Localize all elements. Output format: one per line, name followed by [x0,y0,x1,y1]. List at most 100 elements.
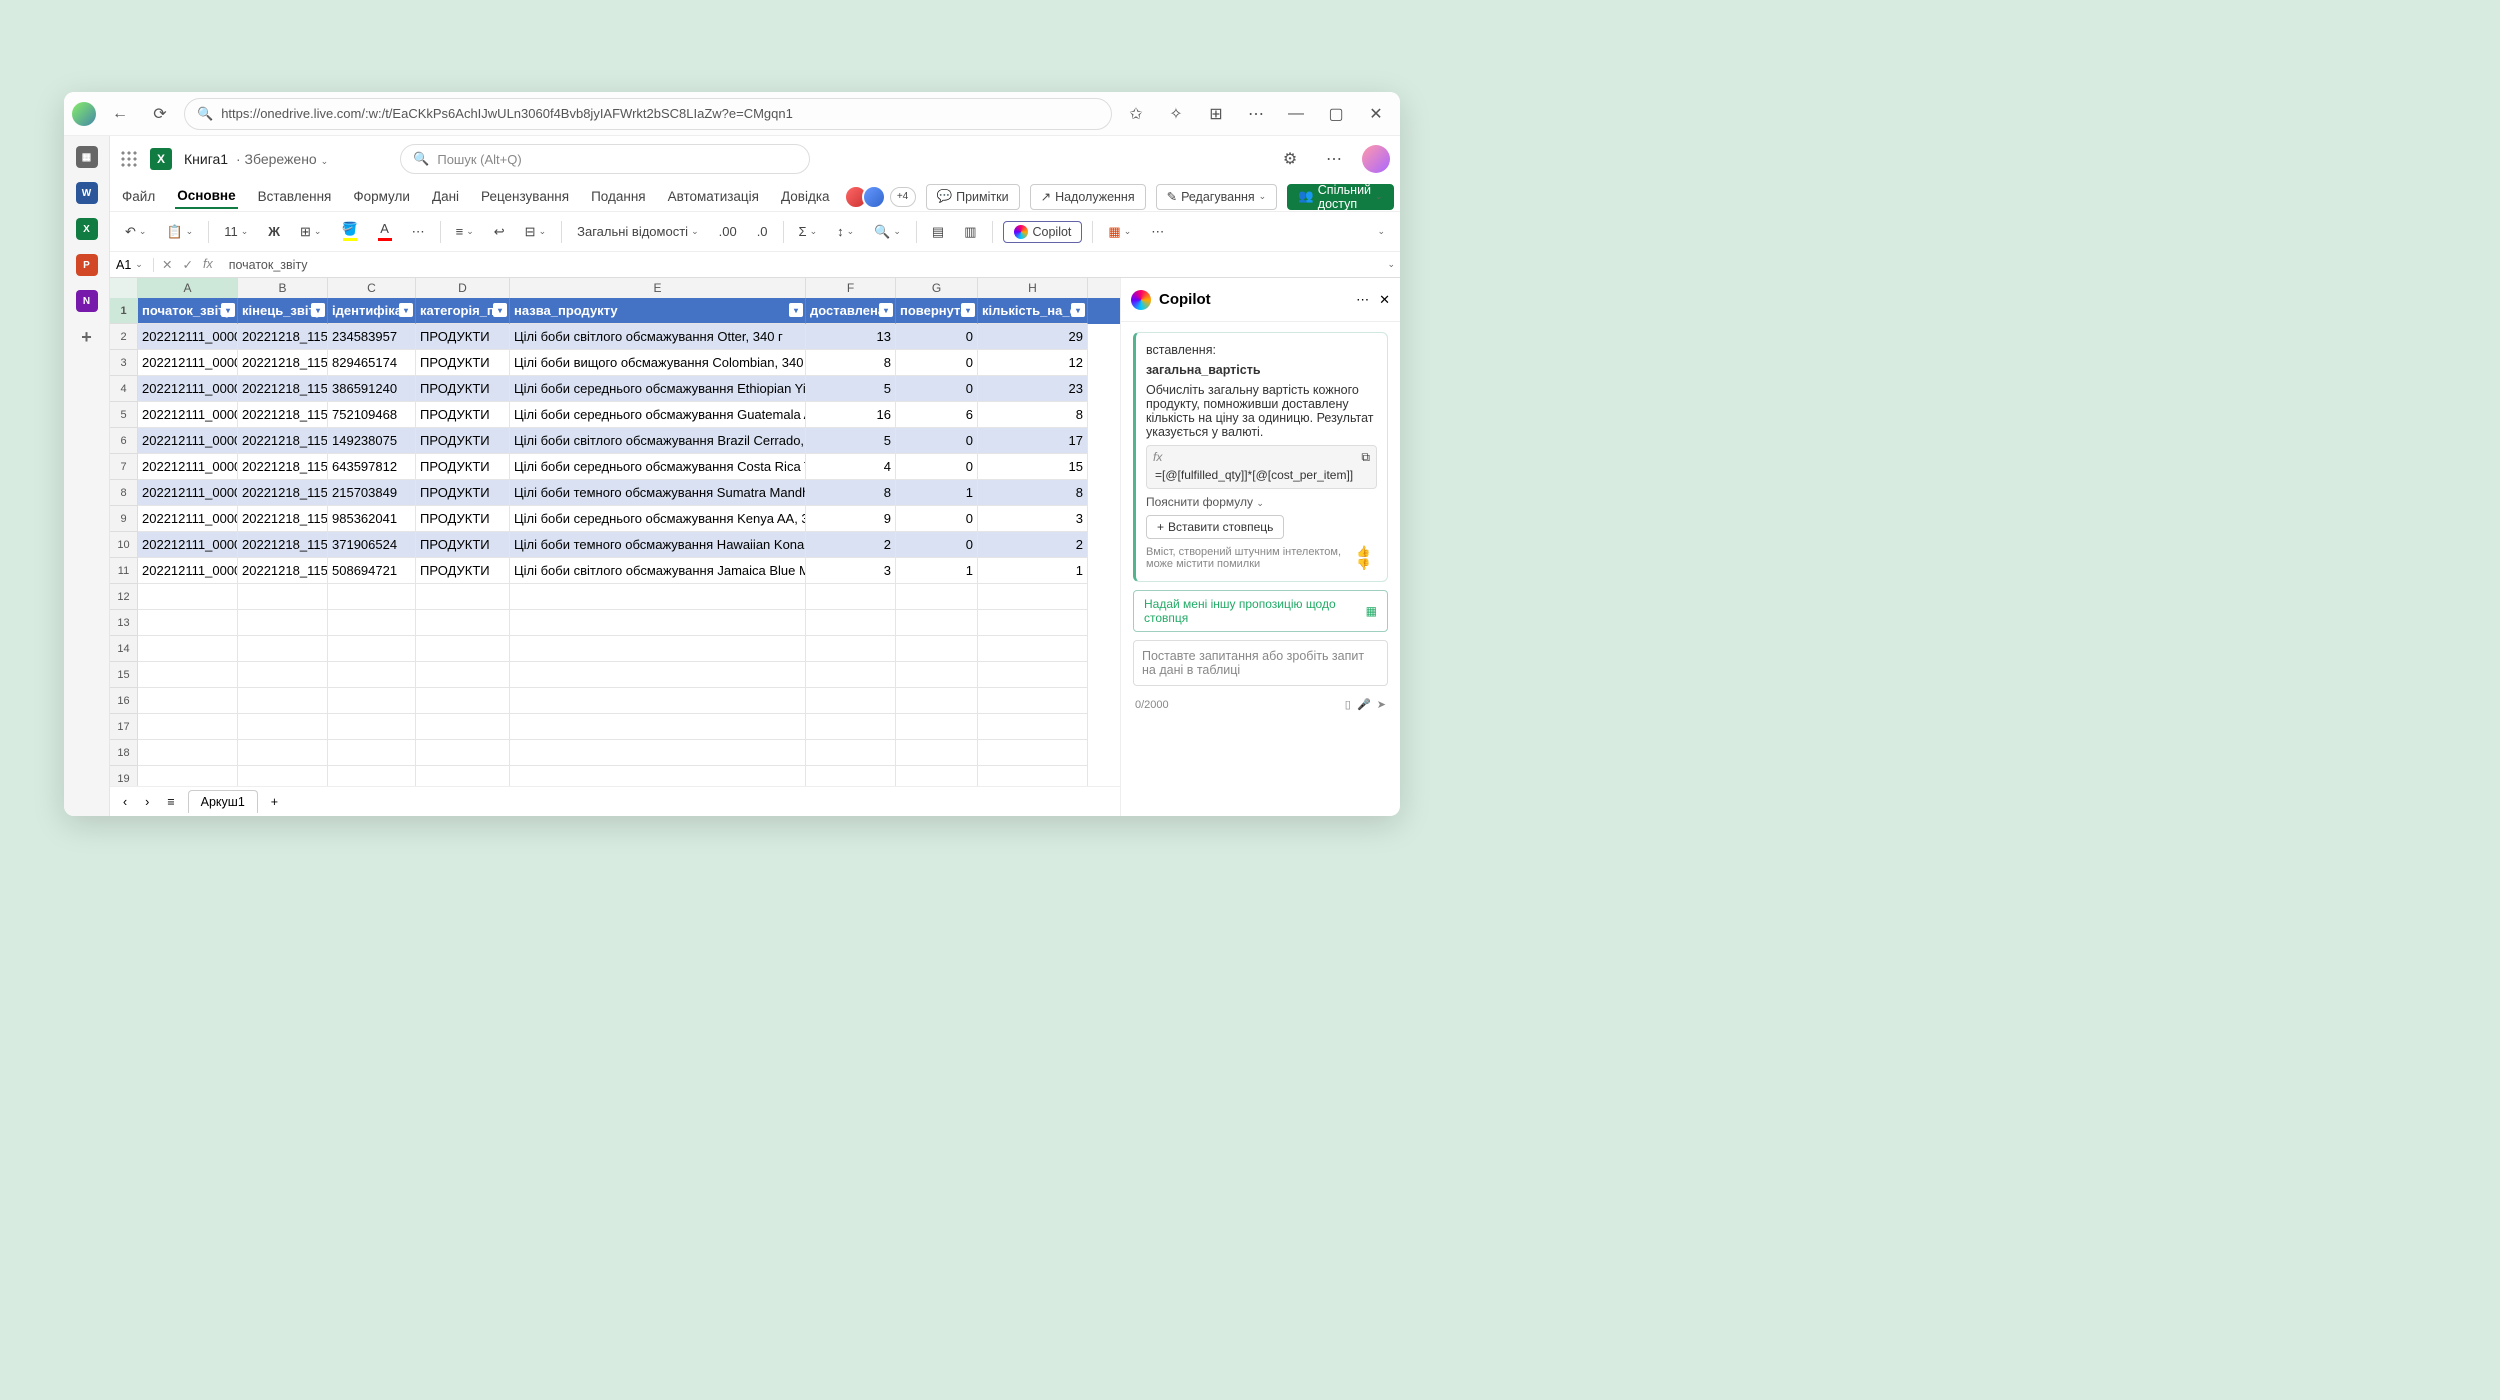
cell[interactable]: 29 [978,324,1088,350]
cell[interactable]: 16 [806,402,896,428]
cell[interactable] [416,610,510,636]
paste-button[interactable]: 📋⌄ [161,220,198,244]
column-header[interactable]: D [416,278,510,298]
cell[interactable]: Цілі боби середнього обсмажування Guatem… [510,402,806,428]
cell[interactable]: ПРОДУКТИ [416,532,510,558]
table-header-cell[interactable]: ідентифіка▾ [328,298,416,324]
bold-button[interactable]: Ж [263,220,285,243]
cell[interactable]: 202212111_0000 [138,480,238,506]
cell[interactable]: 202212111_0000 [138,376,238,402]
cell[interactable]: 17 [978,428,1088,454]
cell[interactable] [978,610,1088,636]
cell[interactable]: 5 [806,428,896,454]
row-header[interactable]: 7 [110,454,138,480]
presence-overflow[interactable]: +4 [890,187,916,207]
cell[interactable]: 8 [978,402,1088,428]
document-title[interactable]: Книга1 · Збережено ⌄ [184,151,328,167]
cell[interactable] [416,662,510,688]
cell[interactable] [328,610,416,636]
cell[interactable] [328,662,416,688]
table-header-cell[interactable]: доставлена▾ [806,298,896,324]
back-button[interactable]: ← [104,98,136,130]
prev-sheet-button[interactable]: ‹ [118,791,132,813]
cell[interactable]: ПРОДУКТИ [416,428,510,454]
cell[interactable]: Цілі боби темного обсмажування Sumatra M… [510,480,806,506]
cell[interactable] [416,714,510,740]
cell[interactable] [896,584,978,610]
cell[interactable] [978,714,1088,740]
row-header[interactable]: 3 [110,350,138,376]
spreadsheet-grid[interactable]: ABCDEFGH 1початок_звіту▾кінець_звіту▾іде… [110,278,1120,816]
row-header[interactable]: 9 [110,506,138,532]
cell[interactable] [138,740,238,766]
close-icon[interactable]: ✕ [1379,292,1390,308]
book-icon[interactable]: ▯ [1345,699,1351,711]
cell[interactable]: ПРОДУКТИ [416,480,510,506]
browser-profile-avatar[interactable] [72,102,96,126]
cell[interactable] [806,584,896,610]
table-header-cell[interactable]: повернута▾ [896,298,978,324]
column-header[interactable]: B [238,278,328,298]
cell[interactable] [510,766,806,786]
cell[interactable]: 20221218_1159 [238,506,328,532]
table-header-cell[interactable]: початок_звіту▾ [138,298,238,324]
filter-dropdown-icon[interactable]: ▾ [493,303,507,317]
cell[interactable]: ПРОДУКТИ [416,506,510,532]
cell[interactable]: ПРОДУКТИ [416,454,510,480]
cell[interactable] [510,610,806,636]
ribbon-tab-дані[interactable]: Дані [430,185,461,208]
cell[interactable] [510,584,806,610]
cell[interactable] [238,714,328,740]
thumbs-down-icon[interactable]: 👎 [1356,559,1370,571]
cell[interactable]: 3 [806,558,896,584]
cell[interactable]: 202212111_0000 [138,532,238,558]
table-header-cell[interactable]: кількість_на_с▾ [978,298,1088,324]
cell[interactable] [510,636,806,662]
cell[interactable] [138,766,238,786]
cell[interactable]: 2 [978,532,1088,558]
more-icon[interactable]: ⋯ [1146,220,1169,244]
suggest-another-column-button[interactable]: Надай мені іншу пропозицію щодо стовпця … [1133,590,1388,632]
row-header[interactable]: 10 [110,532,138,558]
cell[interactable]: 202212111_0000 [138,428,238,454]
cell[interactable] [510,688,806,714]
cell[interactable]: ПРОДУКТИ [416,324,510,350]
cell[interactable]: Цілі боби темного обсмажування Hawaiian … [510,532,806,558]
name-box[interactable]: A1⌄ [110,258,154,272]
filter-dropdown-icon[interactable]: ▾ [1071,303,1085,317]
cell[interactable] [978,636,1088,662]
cell[interactable]: ПРОДУКТИ [416,376,510,402]
cell[interactable] [896,740,978,766]
cell[interactable]: ПРОДУКТИ [416,350,510,376]
cell[interactable] [806,610,896,636]
cell[interactable] [238,610,328,636]
cell[interactable] [896,688,978,714]
row-header[interactable]: 2 [110,324,138,350]
explain-formula-link[interactable]: Пояснити формулу ⌄ [1146,495,1377,509]
cell[interactable] [896,610,978,636]
cell[interactable]: 8 [806,350,896,376]
cell[interactable]: 0 [896,532,978,558]
cell[interactable]: Цілі боби середнього обсмажування Ethiop… [510,376,806,402]
row-header[interactable]: 1 [110,298,138,324]
cell[interactable] [238,688,328,714]
sidebar-add-icon[interactable]: + [76,326,98,348]
cell[interactable]: 20221218_1159 [238,350,328,376]
more-icon[interactable]: ⋯ [1356,292,1369,308]
cell[interactable]: Цілі боби середнього обсмажування Costa … [510,454,806,480]
cell[interactable]: ПРОДУКТИ [416,558,510,584]
cell[interactable] [978,584,1088,610]
cell[interactable]: 9 [806,506,896,532]
cell[interactable] [806,688,896,714]
cell[interactable]: 23 [978,376,1088,402]
cell[interactable]: 20221218_1159 [238,558,328,584]
cell[interactable] [328,688,416,714]
cell[interactable] [806,714,896,740]
row-header[interactable]: 6 [110,428,138,454]
cell[interactable] [416,688,510,714]
filter-dropdown-icon[interactable]: ▾ [221,303,235,317]
filter-dropdown-icon[interactable]: ▾ [789,303,803,317]
ribbon-tab-вставлення[interactable]: Вставлення [256,185,334,208]
copilot-ribbon-button[interactable]: Copilot [1003,221,1083,243]
all-sheets-button[interactable]: ≡ [162,791,179,813]
